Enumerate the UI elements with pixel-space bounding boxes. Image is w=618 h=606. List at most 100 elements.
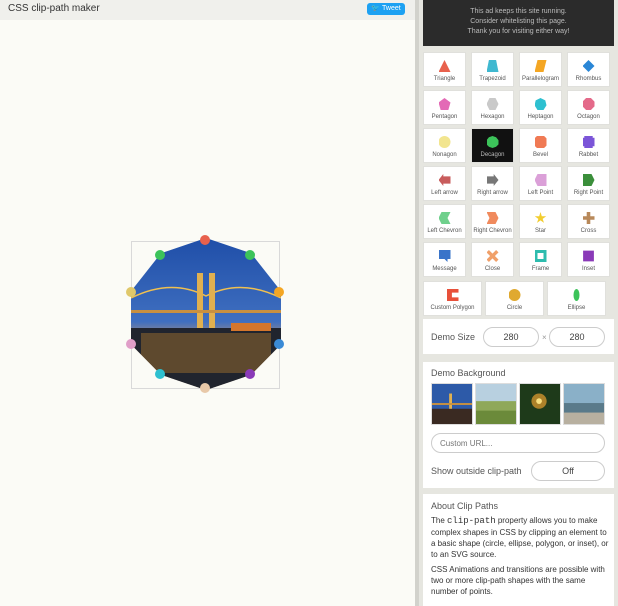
shape-tile-close[interactable]: Close — [471, 242, 514, 277]
clip-path-handle[interactable] — [155, 250, 165, 260]
shape-tile-nonagon[interactable]: Nonagon — [423, 128, 466, 163]
shape-tile-right-chevron[interactable]: Right Chevron — [471, 204, 514, 239]
shape-tile-decagon[interactable]: Decagon — [471, 128, 514, 163]
top-bar: CSS clip-path maker 🐦 Tweet — [0, 0, 415, 20]
demo-background-panel: Demo Background Show outside clip-path O… — [423, 362, 614, 488]
shape-tile-left-point[interactable]: Left Point — [519, 166, 562, 201]
shape-tile-left-arrow[interactable]: Left arrow — [423, 166, 466, 201]
shape-tile-left-chevron[interactable]: Left Chevron — [423, 204, 466, 239]
shape-tile-label: Inset — [581, 266, 595, 272]
background-thumb-fields[interactable] — [475, 383, 517, 425]
demo-area: CSS clip-path maker 🐦 Tweet — [0, 0, 415, 606]
shape-tile-label: Rhombus — [575, 76, 602, 82]
shape-tile-heptagon[interactable]: Heptagon — [519, 90, 562, 125]
clip-path-code: clip-path — [447, 516, 496, 526]
demo-size-panel: Demo Size 280 × 280 — [423, 319, 614, 354]
background-thumb-sea[interactable] — [563, 383, 605, 425]
trapezoid-icon — [486, 60, 499, 72]
clip-path-handle[interactable] — [155, 369, 165, 379]
shape-tile-label: Trapezoid — [479, 76, 506, 82]
message-icon — [438, 250, 451, 262]
size-separator: × — [542, 333, 547, 342]
demo-background-label: Demo Background — [431, 368, 506, 378]
bevel-icon — [534, 136, 547, 148]
close-icon — [486, 250, 499, 262]
heptagon-icon — [534, 98, 547, 110]
app-title: CSS clip-path maker — [8, 3, 100, 14]
parallelogram-icon — [534, 60, 547, 72]
left-chevron-icon — [438, 212, 451, 224]
shape-tile-label: Left Point — [527, 190, 554, 196]
left-point-icon — [534, 174, 547, 186]
shape-tile-label: Octagon — [577, 114, 600, 120]
shape-tile-circle[interactable]: Circle — [485, 281, 544, 316]
clip-path-handle[interactable] — [126, 339, 136, 349]
ad-line: Thank you for visiting either way! — [467, 28, 570, 35]
shape-tile-bevel[interactable]: Bevel — [519, 128, 562, 163]
demo-height-input[interactable]: 280 — [549, 327, 605, 347]
nonagon-icon — [438, 136, 451, 148]
shape-tile-rhombus[interactable]: Rhombus — [567, 52, 610, 87]
shape-tile-custom-polygon[interactable]: Custom Polygon — [423, 281, 482, 316]
shape-tile-inset[interactable]: Inset — [567, 242, 610, 277]
shape-tile-right-arrow[interactable]: Right arrow — [471, 166, 514, 201]
shape-tile-right-point[interactable]: Right Point — [567, 166, 610, 201]
triangle-icon — [438, 60, 451, 72]
shape-tile-star[interactable]: Star — [519, 204, 562, 239]
shape-tile-label: Triangle — [433, 76, 456, 82]
shape-tile-trapezoid[interactable]: Trapezoid — [471, 52, 514, 87]
hexagon-icon — [486, 98, 499, 110]
tweet-button[interactable]: 🐦 Tweet — [367, 3, 405, 15]
custom-url-input[interactable] — [431, 433, 605, 453]
shape-tile-label: Left Chevron — [427, 228, 462, 234]
frame-icon — [534, 250, 547, 262]
decagon-icon — [486, 136, 499, 148]
about-title: About Clip Paths — [431, 501, 499, 511]
octagon-icon — [582, 98, 595, 110]
shape-tile-pentagon[interactable]: Pentagon — [423, 90, 466, 125]
right-arrow-icon — [486, 174, 499, 186]
clip-path-handle[interactable] — [274, 339, 284, 349]
custom-polygon-icon — [446, 289, 459, 301]
shape-tile-octagon[interactable]: Octagon — [567, 90, 610, 125]
shape-tile-hexagon[interactable]: Hexagon — [471, 90, 514, 125]
star-icon — [534, 212, 547, 223]
shape-tile-label: Decagon — [480, 152, 505, 158]
clip-path-handle[interactable] — [245, 250, 255, 260]
shape-tile-frame[interactable]: Frame — [519, 242, 562, 277]
shape-tile-label: Parallelogram — [521, 76, 560, 82]
show-outside-label: Show outside clip-path — [431, 466, 522, 476]
shape-tile-label: Message — [432, 266, 457, 272]
shape-tile-parallelogram[interactable]: Parallelogram — [519, 52, 562, 87]
clip-path-handle[interactable] — [200, 235, 210, 245]
ellipse-icon — [573, 289, 580, 301]
clip-path-handle[interactable] — [126, 287, 136, 297]
clip-path-handle[interactable] — [245, 369, 255, 379]
right-chevron-icon — [486, 212, 499, 224]
shape-tile-rabbet[interactable]: Rabbet — [567, 128, 610, 163]
about-panel: About Clip Paths The clip-path property … — [423, 494, 614, 606]
shape-tile-ellipse[interactable]: Ellipse — [547, 281, 606, 316]
left-arrow-icon — [438, 174, 451, 186]
shape-tile-label: Close — [484, 266, 501, 272]
shape-tile-message[interactable]: Message — [423, 242, 466, 277]
ad-line: This ad keeps this site running. — [470, 8, 567, 15]
clip-path-handle[interactable] — [274, 287, 284, 297]
rabbet-icon — [582, 136, 595, 148]
twitter-bird-icon: 🐦 — [371, 5, 381, 12]
show-outside-toggle[interactable]: Off — [531, 461, 605, 481]
shape-tile-label: Pentagon — [431, 114, 458, 120]
shape-tile-label: Right Point — [573, 190, 604, 196]
shape-tile-label: Left arrow — [431, 190, 458, 196]
tweet-label: Tweet — [382, 5, 401, 12]
shape-tile-triangle[interactable]: Triangle — [423, 52, 466, 87]
clip-path-handle[interactable] — [200, 383, 210, 393]
background-thumb-fireworks[interactable] — [519, 383, 561, 425]
ad-banner: This ad keeps this site running. Conside… — [423, 0, 614, 46]
shape-tile-cross[interactable]: Cross — [567, 204, 610, 239]
demo-size-label: Demo Size — [431, 332, 476, 342]
background-thumb-bridge[interactable] — [431, 383, 473, 425]
shape-tile-label: Hexagon — [480, 114, 505, 120]
demo-width-input[interactable]: 280 — [483, 327, 539, 347]
about-paragraph-1: The clip-path property allows you to mak… — [431, 516, 609, 559]
